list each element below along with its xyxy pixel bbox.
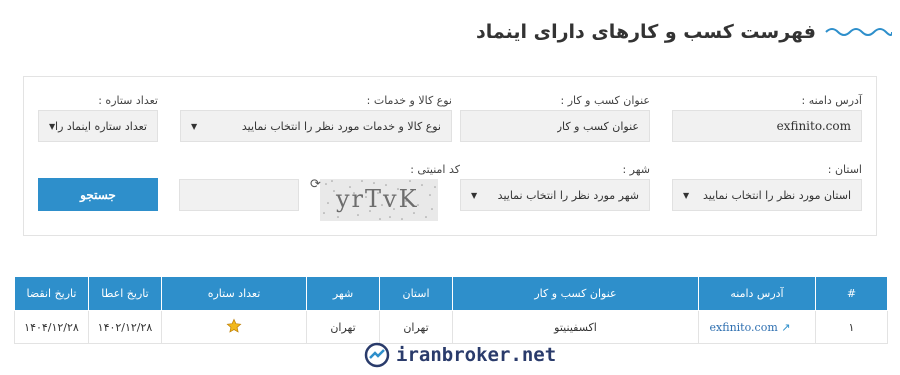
domain-input-value: exfinito.com — [776, 119, 851, 133]
header-business: عنوان کسب و کار — [452, 276, 699, 311]
table-header-row: # آدرس دامنه عنوان کسب و کار استان شهر ت… — [14, 276, 888, 311]
goods-services-label: نوع کالا و خدمات : — [366, 94, 452, 107]
results-table: # آدرس دامنه عنوان کسب و کار استان شهر ت… — [14, 276, 888, 344]
chevron-down-icon: ▼ — [471, 190, 478, 200]
captcha-text: yrTvK — [336, 185, 419, 213]
header-expiry-date: تاریخ انقضا — [14, 276, 89, 311]
row-city: تهران — [306, 310, 380, 344]
header-city: شهر — [306, 276, 380, 311]
header-issue-date: تاریخ اعطا — [88, 276, 162, 311]
row-province: تهران — [379, 310, 453, 344]
goods-services-value: نوع کالا و خدمات مورد نظر را انتخاب نمای… — [241, 119, 441, 133]
chevron-down-icon: ▼ — [191, 121, 198, 131]
wave-decoration-icon — [825, 28, 892, 36]
business-title-value: عنوان کسب و کار — [556, 119, 639, 133]
row-domain-cell: ↗ exfinito.com — [698, 310, 816, 344]
watermark-text: iranbroker.net — [396, 344, 557, 366]
star-icon — [226, 318, 242, 333]
table-row: ۱ ↗ exfinito.com اکسفینیتو تهران تهران ۱… — [14, 310, 888, 344]
external-link-icon[interactable]: ↗ — [781, 321, 790, 334]
stars-select[interactable]: تعداد ستاره اینماد را ▼ — [38, 110, 158, 142]
chevron-down-icon: ▼ — [49, 121, 56, 131]
business-title-label: عنوان کسب و کار : — [560, 94, 650, 107]
stars-label: تعداد ستاره : — [98, 94, 158, 107]
city-select[interactable]: شهر مورد نظر را انتخاب نمایید ▼ — [460, 179, 650, 211]
province-select[interactable]: استان مورد نظر را انتخاب نمایید ▼ — [672, 179, 862, 211]
province-label: استان : — [827, 163, 862, 176]
chevron-down-icon: ▼ — [683, 190, 690, 200]
goods-services-select[interactable]: نوع کالا و خدمات مورد نظر را انتخاب نمای… — [180, 110, 452, 142]
page-header: فهرست کسب و کارهای دارای اینماد — [8, 14, 892, 50]
row-stars — [161, 310, 307, 344]
province-value: استان مورد نظر را انتخاب نمایید — [703, 188, 851, 202]
row-domain-link[interactable]: exfinito.com — [710, 321, 778, 334]
city-label: شهر : — [622, 163, 650, 176]
header-domain: آدرس دامنه — [698, 276, 816, 311]
security-code-label: کد امنیتی : — [410, 163, 460, 176]
captcha-image: yrTvK — [320, 179, 438, 221]
iranbroker-logo-icon — [364, 342, 390, 368]
row-business: اکسفینیتو — [452, 310, 699, 344]
page-title: فهرست کسب و کارهای دارای اینماد — [476, 21, 816, 43]
row-index: ۱ — [815, 310, 888, 344]
search-button[interactable]: جستجو — [38, 178, 158, 211]
header-index: # — [815, 276, 888, 311]
security-code-input[interactable] — [179, 179, 299, 211]
row-issue-date: ۱۴۰۲/۱۲/۲۸ — [88, 310, 162, 344]
row-expiry-date: ۱۴۰۴/۱۲/۲۸ — [14, 310, 89, 344]
domain-label: آدرس دامنه : — [801, 94, 862, 107]
watermark: iranbroker.net — [364, 342, 556, 368]
header-province: استان — [379, 276, 453, 311]
refresh-captcha-icon[interactable]: ⟳ — [310, 177, 321, 192]
domain-input[interactable]: exfinito.com — [672, 110, 862, 142]
stars-value: تعداد ستاره اینماد را — [55, 119, 147, 133]
filter-panel: آدرس دامنه : عنوان کسب و کار : نوع کالا … — [23, 76, 877, 236]
business-title-input[interactable]: عنوان کسب و کار — [460, 110, 650, 142]
city-value: شهر مورد نظر را انتخاب نمایید — [497, 188, 639, 202]
header-stars: تعداد ستاره — [161, 276, 307, 311]
